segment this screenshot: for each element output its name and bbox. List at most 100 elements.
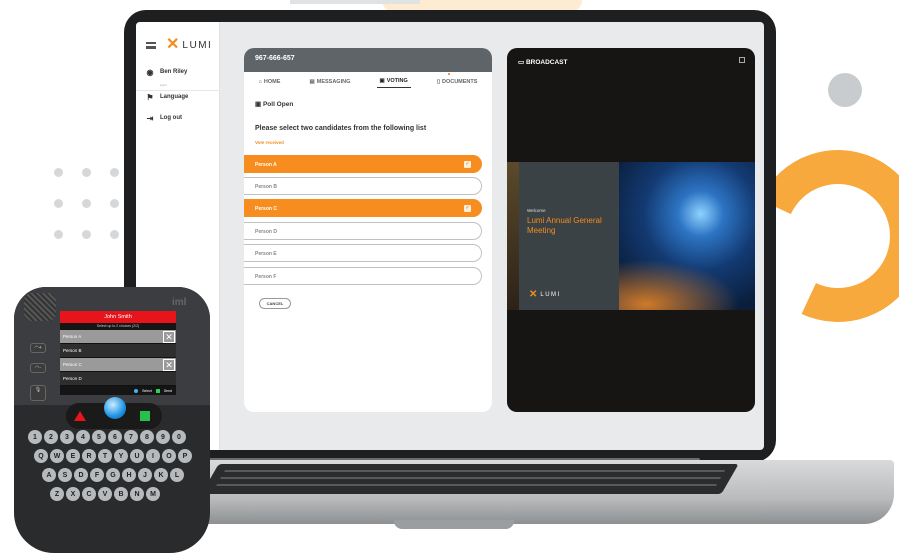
tab-label: MESSAGING — [316, 78, 351, 85]
up-arrow-button[interactable] — [74, 411, 86, 421]
device-screen-subtitle: Select up to 2 choices (2/2) — [96, 324, 140, 328]
sidebar-item-logout[interactable]: ⇥ Log out — [146, 114, 182, 123]
key-i[interactable]: I — [146, 449, 160, 463]
key-o[interactable]: O — [162, 449, 176, 463]
key-row: QWERTYUIOP — [34, 449, 204, 463]
key-q[interactable]: Q — [34, 449, 48, 463]
laptop-notch — [394, 520, 514, 529]
user-subtitle: Lumi — [160, 83, 167, 87]
voting-panel: 967-666-657 ⌂ HOME ▤ MESSAGING ▣ VOTING … — [244, 48, 492, 412]
key-6[interactable]: 6 — [108, 430, 122, 444]
candidate-option[interactable]: Person E — [244, 244, 482, 262]
key-x[interactable]: X — [66, 487, 80, 501]
lumi-logo-text: LUMI — [182, 39, 213, 51]
key-b[interactable]: B — [114, 487, 128, 501]
device-option[interactable]: Person A ✕ — [60, 330, 176, 344]
poll-icon: ▣ — [255, 101, 263, 108]
device-option[interactable]: Person D — [60, 372, 176, 386]
device-option-label: Person A — [63, 334, 82, 339]
send-square-icon — [155, 389, 160, 393]
select-button[interactable] — [104, 397, 126, 419]
device-option[interactable]: Person C ✕ — [60, 358, 176, 372]
select-dot-icon — [134, 389, 139, 393]
broadcast-title: ▭ BROADCAST — [518, 58, 567, 66]
key-5[interactable]: 5 — [92, 430, 106, 444]
key-2[interactable]: 2 — [44, 430, 58, 444]
candidate-label: Person D — [255, 229, 277, 235]
volume-up-button[interactable]: ◠+ — [30, 343, 46, 353]
volume-down-button[interactable]: ◠- — [30, 363, 46, 373]
poll-status: ▣ Poll Open — [255, 100, 293, 108]
key-9[interactable]: 9 — [156, 430, 170, 444]
key-row: ZXCVBNM — [50, 487, 204, 501]
broadcast-title-text: BROADCAST — [525, 59, 568, 66]
lumi-logo-text: LUMI — [540, 292, 561, 298]
candidate-option[interactable]: Person B — [244, 177, 482, 195]
key-g[interactable]: G — [106, 468, 120, 482]
key-f[interactable]: F — [90, 468, 104, 482]
microphone-button[interactable]: 🎙 — [30, 385, 46, 401]
candidate-option[interactable]: Person D — [244, 222, 482, 240]
key-row: ASDFGHJKL — [42, 468, 204, 482]
key-v[interactable]: V — [98, 487, 112, 501]
ballot-icon: ▣ — [379, 78, 385, 84]
device-screen-title: John Smith — [60, 311, 176, 323]
key-n[interactable]: N — [130, 487, 144, 501]
key-l[interactable]: L — [170, 468, 184, 482]
video-player[interactable]: Welcome Lumi Annual General Meeting ✕ LU… — [507, 162, 755, 310]
candidate-option[interactable]: Person F — [244, 267, 482, 285]
tab-label: VOTING — [386, 78, 408, 84]
chat-icon: ▤ — [309, 78, 315, 85]
key-c[interactable]: C — [82, 487, 96, 501]
laptop-screen: ✕ LUMI ◉ Ben Riley Lumi ⚑ Language ⇥ Log… — [136, 22, 764, 450]
send-button[interactable] — [140, 411, 150, 421]
key-p[interactable]: P — [178, 449, 192, 463]
tab-home[interactable]: ⌂ HOME — [256, 76, 284, 88]
device-option-label: Person C — [63, 362, 82, 367]
key-r[interactable]: R — [82, 449, 96, 463]
checkbox-checked-icon: ✓ — [464, 205, 471, 212]
flag-icon: ⚑ — [146, 92, 154, 102]
key-4[interactable]: 4 — [76, 430, 90, 444]
key-t[interactable]: T — [98, 449, 112, 463]
key-row: 1234567890 — [28, 430, 204, 444]
cancel-button[interactable]: CANCEL — [259, 298, 291, 309]
user-name: Ben Riley — [160, 69, 188, 75]
key-h[interactable]: H — [122, 468, 136, 482]
key-m[interactable]: M — [146, 487, 160, 501]
key-0[interactable]: 0 — [172, 430, 186, 444]
user-profile[interactable]: ◉ Ben Riley — [146, 68, 188, 77]
key-8[interactable]: 8 — [140, 430, 154, 444]
tab-messaging[interactable]: ▤ MESSAGING — [307, 76, 354, 88]
device-option[interactable]: Person B — [60, 344, 176, 358]
candidate-option[interactable]: Person C ✓ — [244, 199, 482, 217]
broadcast-icon: ▭ — [518, 59, 526, 66]
hamburger-menu-icon[interactable] — [146, 42, 156, 49]
key-3[interactable]: 3 — [60, 430, 74, 444]
video-welcome: Welcome — [527, 208, 546, 213]
candidate-label: Person E — [255, 251, 277, 257]
key-z[interactable]: Z — [50, 487, 64, 501]
key-j[interactable]: J — [138, 468, 152, 482]
key-k[interactable]: K — [154, 468, 168, 482]
select-label: Select — [142, 389, 152, 393]
document-icon: ▯ — [436, 78, 440, 85]
key-s[interactable]: S — [58, 468, 72, 482]
key-1[interactable]: 1 — [28, 430, 42, 444]
candidate-option[interactable]: Person A ✓ — [244, 155, 482, 173]
key-w[interactable]: W — [50, 449, 64, 463]
key-u[interactable]: U — [130, 449, 144, 463]
fullscreen-icon[interactable] — [739, 57, 745, 63]
tab-voting[interactable]: ▣ VOTING — [376, 76, 411, 88]
navigation-pad — [66, 397, 162, 429]
keypad: 1234567890 QWERTYUIOP ASDFGHJKL ZXCVBNM — [28, 430, 204, 506]
key-d[interactable]: D — [74, 468, 88, 482]
key-7[interactable]: 7 — [124, 430, 138, 444]
key-a[interactable]: A — [42, 468, 56, 482]
sidebar-item-label: Language — [160, 94, 189, 100]
tab-documents[interactable]: ▯ DOCUMENTS — [434, 76, 480, 88]
key-y[interactable]: Y — [114, 449, 128, 463]
key-e[interactable]: E — [66, 449, 80, 463]
sidebar-item-language[interactable]: ⚑ Language — [146, 92, 189, 102]
video-lumi-logo: ✕ LUMI — [529, 290, 561, 300]
